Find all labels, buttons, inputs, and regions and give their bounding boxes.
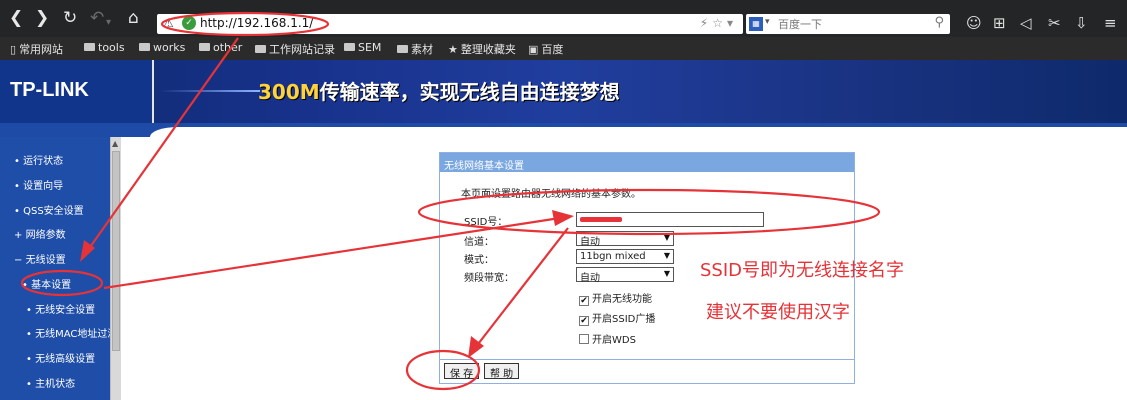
basic-settings-highlight-ellipse <box>20 269 104 297</box>
annotation-no-chinese: 建议不要使用汉字 <box>706 302 850 323</box>
arrow-head-ssid <box>552 210 574 226</box>
annotation-ssid-meaning: SSID号即为无线连接名字 <box>700 260 905 281</box>
arrow-to-ssid <box>103 216 561 290</box>
ssid-highlight-ellipse <box>417 188 881 236</box>
arrow-to-save <box>474 227 569 349</box>
annotation-overlay <box>20 11 881 391</box>
arrow-to-sidebar <box>87 37 239 251</box>
url-highlight-ellipse <box>160 11 330 37</box>
